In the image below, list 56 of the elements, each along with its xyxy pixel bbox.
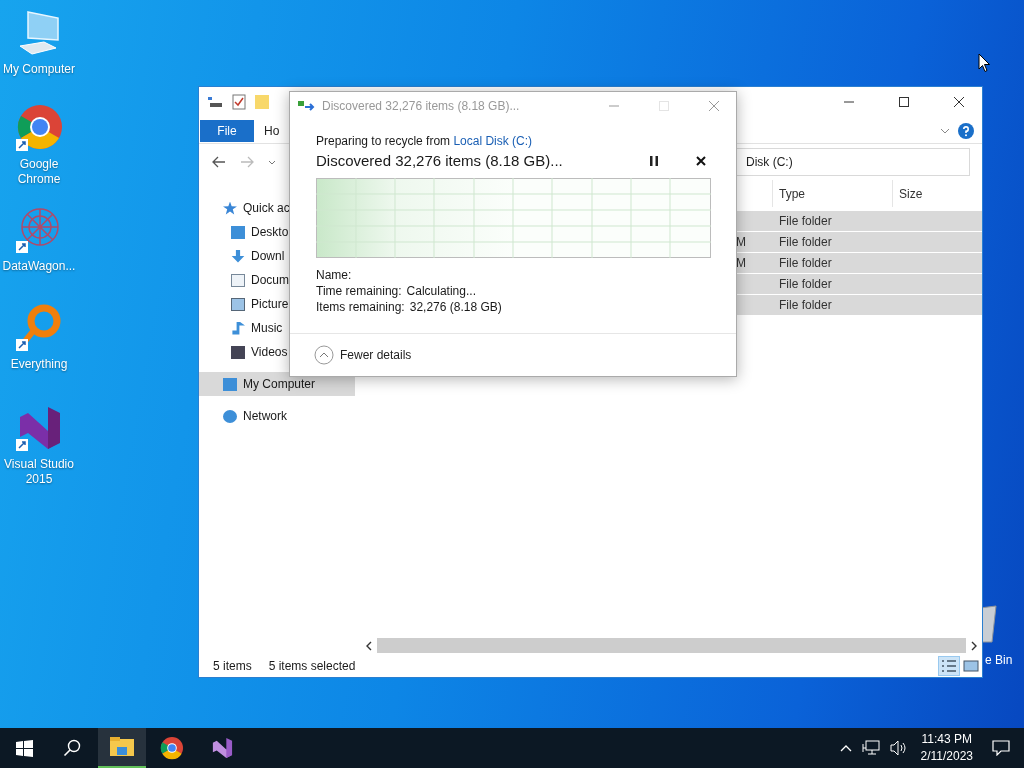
windows-logo-icon[interactable] bbox=[15, 739, 33, 757]
nav-item[interactable]: Network bbox=[199, 404, 355, 428]
visual-studio-icon[interactable] bbox=[210, 736, 234, 760]
maximize-icon[interactable] bbox=[898, 96, 910, 108]
properties-icon[interactable] bbox=[232, 94, 246, 110]
detail-label: Items remaining: bbox=[316, 300, 405, 315]
network-icon[interactable] bbox=[861, 740, 880, 756]
search-icon[interactable] bbox=[63, 739, 81, 757]
clock-date[interactable]: 2/11/2023 bbox=[920, 748, 973, 765]
source-link[interactable]: Local Disk (C:) bbox=[453, 134, 533, 148]
close-icon[interactable] bbox=[696, 155, 706, 166]
date-text: M bbox=[736, 256, 746, 270]
notification-icon[interactable] bbox=[992, 740, 1010, 756]
help-icon[interactable] bbox=[958, 123, 974, 139]
drive-icon[interactable] bbox=[207, 94, 223, 110]
type-text: File folder bbox=[778, 235, 833, 249]
type-text: File folder bbox=[778, 214, 833, 228]
clock-time[interactable]: 11:43 PM bbox=[921, 731, 972, 748]
chrome-icon[interactable] bbox=[160, 736, 184, 760]
folder-taskbar-button[interactable] bbox=[98, 728, 146, 768]
volume-icon[interactable] bbox=[889, 740, 908, 756]
desktop-icon-label[interactable]: e Bin bbox=[985, 653, 1013, 667]
nav-item[interactable]: Quick ac bbox=[199, 196, 355, 220]
chevron-down-icon[interactable] bbox=[940, 128, 950, 134]
ribbon-tab[interactable]: Ho bbox=[254, 120, 296, 142]
nav-item[interactable]: Music bbox=[199, 316, 355, 340]
chevron-down-icon[interactable] bbox=[268, 159, 276, 165]
chevron-up-icon[interactable] bbox=[839, 744, 852, 752]
scroll-right-icon[interactable] bbox=[970, 640, 978, 651]
cursor-icon bbox=[978, 53, 991, 73]
chevron-up-circle-icon[interactable] bbox=[314, 345, 334, 365]
dialog-title: Discovered 32,276 items (8.18 GB)... bbox=[322, 99, 520, 113]
nav-item[interactable]: Downl bbox=[199, 244, 355, 268]
type-text: File folder bbox=[778, 277, 833, 291]
type-text: File folder bbox=[778, 256, 833, 270]
date-text: M bbox=[736, 235, 746, 249]
fewer-details-button[interactable]: Fewer details bbox=[314, 345, 412, 365]
folder-icon[interactable] bbox=[110, 737, 134, 757]
scroll-left-icon[interactable] bbox=[365, 640, 373, 651]
detail-value: Calculating... bbox=[406, 284, 476, 299]
detail-label: Name: bbox=[316, 268, 352, 283]
column-header[interactable]: Size bbox=[892, 180, 968, 207]
column-header[interactable]: Type bbox=[772, 180, 892, 207]
nav-item[interactable]: Deskto bbox=[199, 220, 355, 244]
source-text: Preparing to recycle from Local Disk (C:) bbox=[316, 134, 534, 148]
pause-icon[interactable] bbox=[650, 155, 658, 166]
ribbon-tab[interactable]: File bbox=[200, 120, 254, 142]
progress-heading: Discovered 32,276 items (8.18 GB)... bbox=[316, 152, 563, 169]
recycle-move-icon bbox=[298, 100, 316, 112]
back-arrow-icon[interactable] bbox=[212, 156, 226, 168]
detail-label: Time remaining: bbox=[316, 284, 402, 299]
type-text: File folder bbox=[778, 298, 833, 312]
status-text: 5 items bbox=[213, 659, 252, 673]
close-icon[interactable] bbox=[953, 96, 965, 108]
detail-value: 32,276 (8.18 GB) bbox=[409, 300, 502, 315]
status-text: 5 items selected bbox=[268, 659, 356, 673]
